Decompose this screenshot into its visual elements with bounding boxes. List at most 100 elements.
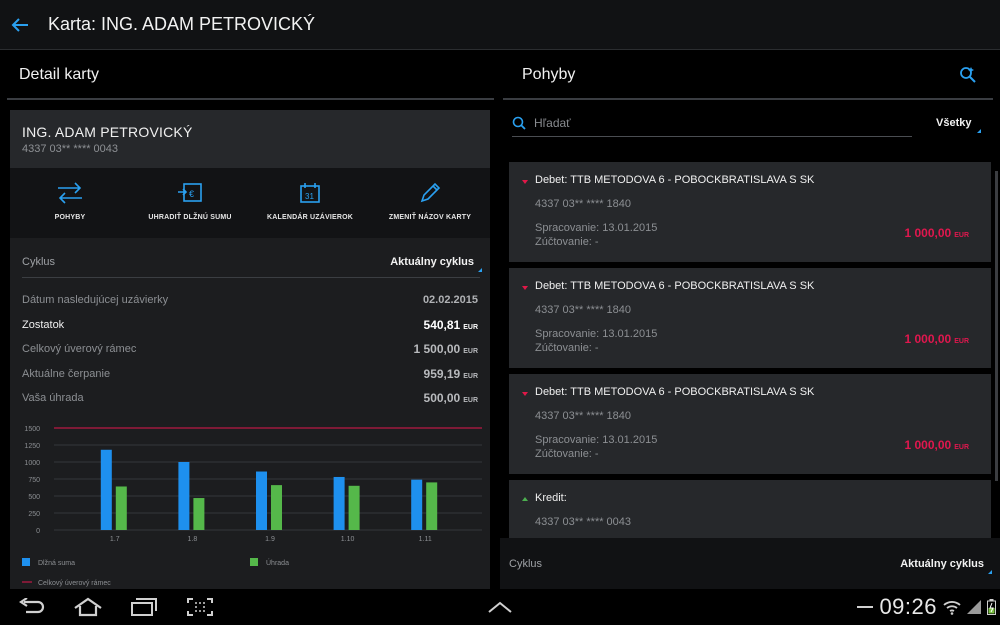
info-row-payment: Vaša úhrada 500,00 EUR xyxy=(10,386,490,411)
svg-text:31: 31 xyxy=(305,192,314,201)
info-value: 540,81 EUR xyxy=(423,317,478,332)
card-header: ING. ADAM PETROVICKÝ 4337 03** **** 0043 xyxy=(10,110,490,168)
bar-debt xyxy=(256,471,267,530)
action-pay-debt[interactable]: € UHRADIŤ DLŽNÚ SUMU xyxy=(130,168,250,238)
action-rename-card[interactable]: ZMENIŤ NÁZOV KARTY xyxy=(370,168,490,238)
transaction-item[interactable]: Kredit: 4337 03** **** 0043 xyxy=(509,480,991,538)
y-tick-label: 750 xyxy=(28,477,40,484)
info-row-drawn: Aktuálne čerpanie 959,19 EUR xyxy=(10,362,490,387)
info-value: 959,19 EUR xyxy=(423,366,478,381)
transaction-item[interactable]: Debet: TTB METODOVA 6 - POBOCKBRATISLAVA… xyxy=(509,268,991,368)
pay-euro-icon: € xyxy=(178,183,202,202)
action-pohyby[interactable]: POHYBY xyxy=(10,168,130,238)
search-input[interactable]: Hľadať xyxy=(512,109,912,137)
x-tick-label: 1.9 xyxy=(265,536,275,543)
clock: 09:26 xyxy=(879,594,937,619)
nav-back-button[interactable] xyxy=(4,589,60,625)
scrollbar[interactable] xyxy=(995,171,998,481)
x-tick-label: 1.10 xyxy=(341,536,355,543)
action-closing-calendar[interactable]: 31 KALENDÁR UZÁVIEROK xyxy=(250,168,370,238)
system-nav-bar: 09:26 xyxy=(0,589,1000,625)
transaction-title: Debet: TTB METODOVA 6 - POBOCKBRATISLAVA… xyxy=(535,386,979,398)
cycle-label: Cyklus xyxy=(509,557,543,570)
cycle-value: Aktuálny cyklus xyxy=(900,557,992,574)
transaction-item[interactable]: Debet: TTB METODOVA 6 - POBOCKBRATISLAVA… xyxy=(509,162,991,262)
svg-text:€: € xyxy=(189,189,194,199)
legend-swatch-payment xyxy=(250,558,258,566)
transaction-card: 4337 03** **** 1840 xyxy=(535,410,632,422)
cycle-selector[interactable]: Cyklus Aktuálny cyklus xyxy=(22,246,482,278)
search-advanced-icon[interactable] xyxy=(959,66,977,84)
cycle-footer[interactable]: Cyklus Aktuálny cyklus xyxy=(500,538,1000,589)
cycle-label: Cyklus xyxy=(22,255,56,268)
app-title: Karta: ING. ADAM PETROVICKÝ xyxy=(48,14,316,34)
y-tick-label: 1500 xyxy=(24,426,40,433)
info-value: 1 500,00 EUR xyxy=(413,342,479,357)
transactions-panel: Pohyby Hľadať Všetky Debet: TTB METODOVA… xyxy=(500,51,1000,589)
bar-debt xyxy=(411,479,423,530)
y-tick-label: 1000 xyxy=(24,460,40,467)
search-icon xyxy=(512,116,526,130)
nav-recents-button[interactable] xyxy=(116,589,172,625)
x-tick-label: 1.8 xyxy=(188,536,198,543)
legend-swatch-debt xyxy=(22,558,30,566)
transaction-title: Kredit: xyxy=(535,492,979,504)
x-tick-label: 1.11 xyxy=(419,536,432,543)
bar-payment xyxy=(426,482,438,530)
bar-payment xyxy=(348,485,360,530)
info-row-credit-limit: Celkový úverový rámec 1 500,00 EUR xyxy=(10,337,490,362)
chart-svg: 1500 1250 1000 750 500 250 0 1.7 1.8 1.9 1.10 1.11 D… xyxy=(22,426,482,587)
recents-icon xyxy=(131,598,157,616)
transaction-amount: 1 000,00 EUR xyxy=(904,438,970,452)
action-label: KALENDÁR UZÁVIEROK xyxy=(266,214,354,221)
search-row: Hľadať Všetky xyxy=(500,100,1000,146)
transaction-title: Debet: TTB METODOVA 6 - POBOCKBRATISLAVA… xyxy=(535,280,979,292)
filter-dropdown[interactable]: Všetky xyxy=(936,117,983,133)
action-label: POHYBY xyxy=(54,214,86,221)
nav-screenshot-button[interactable] xyxy=(172,589,228,625)
card-holder-name: ING. ADAM PETROVICKÝ xyxy=(22,124,193,140)
transaction-amount: 1 000,00 EUR xyxy=(904,332,970,346)
transfer-icon xyxy=(58,182,82,204)
nav-menu-up-button[interactable] xyxy=(486,589,514,625)
panel-title: Pohyby xyxy=(522,65,576,83)
info-label: Celkový úverový rámec xyxy=(22,343,137,356)
transaction-item[interactable]: Debet: TTB METODOVA 6 - POBOCKBRATISLAVA… xyxy=(509,374,991,474)
calendar-icon: 31 xyxy=(300,183,320,203)
transactions-header: Pohyby xyxy=(503,51,993,100)
transaction-amount: 1 000,00 EUR xyxy=(904,226,970,240)
card-detail-panel: Detail karty ING. ADAM PETROVICKÝ 4337 0… xyxy=(0,51,500,589)
panel-title: Detail karty xyxy=(7,51,494,100)
y-tick-label: 500 xyxy=(28,494,40,501)
info-label: Zostatok xyxy=(22,318,65,331)
home-icon xyxy=(74,597,102,617)
info-value: 500,00 EUR xyxy=(423,391,478,406)
nav-home-button[interactable] xyxy=(60,589,116,625)
transaction-card: 4337 03** **** 0043 xyxy=(535,516,632,528)
battery-charging-icon xyxy=(987,599,996,615)
minus-icon xyxy=(857,606,874,608)
card-number: 4337 03** **** 0043 xyxy=(22,143,119,155)
screenshot-icon xyxy=(187,598,213,616)
status-area[interactable]: 09:26 xyxy=(857,589,996,625)
y-tick-label: 250 xyxy=(28,511,40,518)
transaction-card: 4337 03** **** 1840 xyxy=(535,304,632,316)
debt-chart: 1500 1250 1000 750 500 250 0 1.7 1.8 1.9 1.10 1.11 D… xyxy=(10,410,490,589)
info-label: Aktuálne čerpanie xyxy=(22,367,111,380)
info-row-balance: Zostatok 540,81 EUR xyxy=(10,313,490,338)
bar-debt xyxy=(178,462,190,530)
action-label: ZMENIŤ NÁZOV KARTY xyxy=(388,214,472,221)
info-value: 02.02.2015 xyxy=(422,294,478,307)
pencil-icon xyxy=(420,182,441,203)
info-row-next-closing: Dátum nasledujúcej uzávierky 02.02.2015 xyxy=(10,288,490,313)
action-bar: Karta: ING. ADAM PETROVICKÝ xyxy=(0,0,1000,50)
card-detail: ING. ADAM PETROVICKÝ 4337 03** **** 0043… xyxy=(10,110,490,589)
cycle-value: Aktuálny cyklus xyxy=(390,256,482,272)
bar-debt xyxy=(333,476,345,530)
y-tick-label: 0 xyxy=(36,528,40,535)
transaction-list: Debet: TTB METODOVA 6 - POBOCKBRATISLAVA… xyxy=(509,162,991,538)
card-info: Dátum nasledujúcej uzávierky 02.02.2015 … xyxy=(10,288,490,411)
action-label: UHRADIŤ DLŽNÚ SUMU xyxy=(148,214,232,221)
transaction-title: Debet: TTB METODOVA 6 - POBOCKBRATISLAVA… xyxy=(535,174,979,186)
back-button[interactable] xyxy=(2,0,38,50)
